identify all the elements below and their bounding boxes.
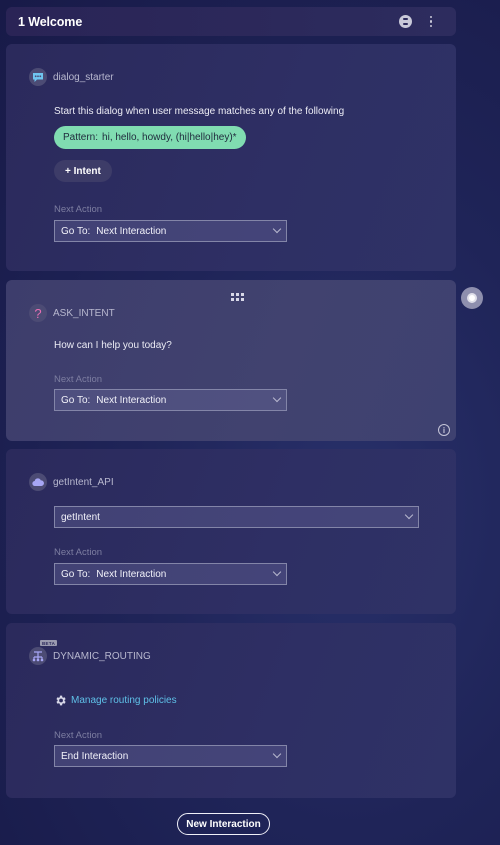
gear-icon: [56, 695, 66, 706]
pattern-key: Pattern:: [63, 132, 99, 143]
goto-prefix: Go To:: [61, 225, 91, 237]
next-action-value: Next Interaction: [96, 568, 167, 580]
next-action-label: Next Action: [54, 730, 103, 741]
new-interaction-button[interactable]: New Interaction: [177, 813, 270, 835]
chevron-down-icon: [272, 749, 282, 759]
interaction-header: 1 Welcome: [6, 7, 456, 36]
add-intent-button[interactable]: + Intent: [54, 160, 112, 182]
next-action-value: Next Interaction: [96, 225, 167, 237]
info-icon[interactable]: i: [438, 424, 450, 436]
card-header: ? ASK_INTENT: [29, 304, 115, 322]
pattern-value: hi, hello, howdy, (hi|hello|hey)*: [102, 132, 237, 143]
manage-routing-policies-link[interactable]: Manage routing policies: [54, 694, 177, 707]
goto-prefix: Go To:: [61, 394, 91, 406]
hourglass-icon[interactable]: [399, 15, 412, 28]
api-card[interactable]: getIntent_API getIntent Next Action Go T…: [6, 449, 456, 614]
next-action-label: Next Action: [54, 204, 103, 215]
prompt-message[interactable]: How can I help you today?: [54, 340, 172, 351]
next-action-select[interactable]: Go To: Next Interaction: [54, 389, 287, 411]
chevron-down-icon: [272, 567, 282, 577]
card-header: BETA DYNAMIC_ROUTING: [29, 640, 151, 665]
goto-prefix: Go To:: [61, 568, 91, 580]
node-label: DYNAMIC_ROUTING: [53, 650, 151, 662]
record-icon: [467, 293, 477, 303]
node-label: dialog_starter: [53, 71, 114, 83]
cloud-icon: [29, 473, 47, 491]
chevron-down-icon: [272, 224, 282, 234]
next-action-label: Next Action: [54, 547, 103, 558]
dynamic-routing-card[interactable]: BETA DYNAMIC_ROUTING Manage routing poli…: [6, 623, 456, 798]
next-action-value: Next Interaction: [96, 394, 167, 406]
record-button[interactable]: [461, 287, 483, 309]
next-action-select[interactable]: Go To: Next Interaction: [54, 563, 287, 585]
next-action-select[interactable]: Go To: Next Interaction: [54, 220, 287, 242]
pattern-pill[interactable]: Pattern: hi, hello, howdy, (hi|hello|hey…: [54, 126, 246, 149]
api-select-value: getIntent: [61, 511, 100, 523]
more-vertical-icon[interactable]: [426, 15, 436, 28]
chat-bubble-icon: [29, 68, 47, 86]
chevron-down-icon: [272, 393, 282, 403]
drag-handle-icon[interactable]: [231, 293, 244, 301]
chevron-down-icon: [404, 510, 414, 520]
card-header: getIntent_API: [29, 473, 114, 491]
next-action-label: Next Action: [54, 374, 103, 385]
trigger-description: Start this dialog when user message matc…: [54, 106, 345, 117]
interaction-title: 1 Welcome: [18, 14, 83, 29]
routing-icon: BETA: [29, 640, 58, 665]
question-mark-icon: ?: [29, 304, 47, 322]
next-action-value: End Interaction: [61, 750, 129, 762]
api-select[interactable]: getIntent: [54, 506, 419, 528]
ask-intent-card[interactable]: ? ASK_INTENT How can I help you today? N…: [6, 280, 456, 441]
node-label: ASK_INTENT: [53, 307, 115, 319]
node-label: getIntent_API: [53, 476, 114, 488]
card-header: dialog_starter: [29, 68, 114, 86]
manage-link-text: Manage routing policies: [71, 695, 177, 706]
dialog-starter-card[interactable]: dialog_starter Start this dialog when us…: [6, 44, 456, 271]
next-action-select[interactable]: End Interaction: [54, 745, 287, 767]
beta-badge: BETA: [40, 640, 58, 646]
